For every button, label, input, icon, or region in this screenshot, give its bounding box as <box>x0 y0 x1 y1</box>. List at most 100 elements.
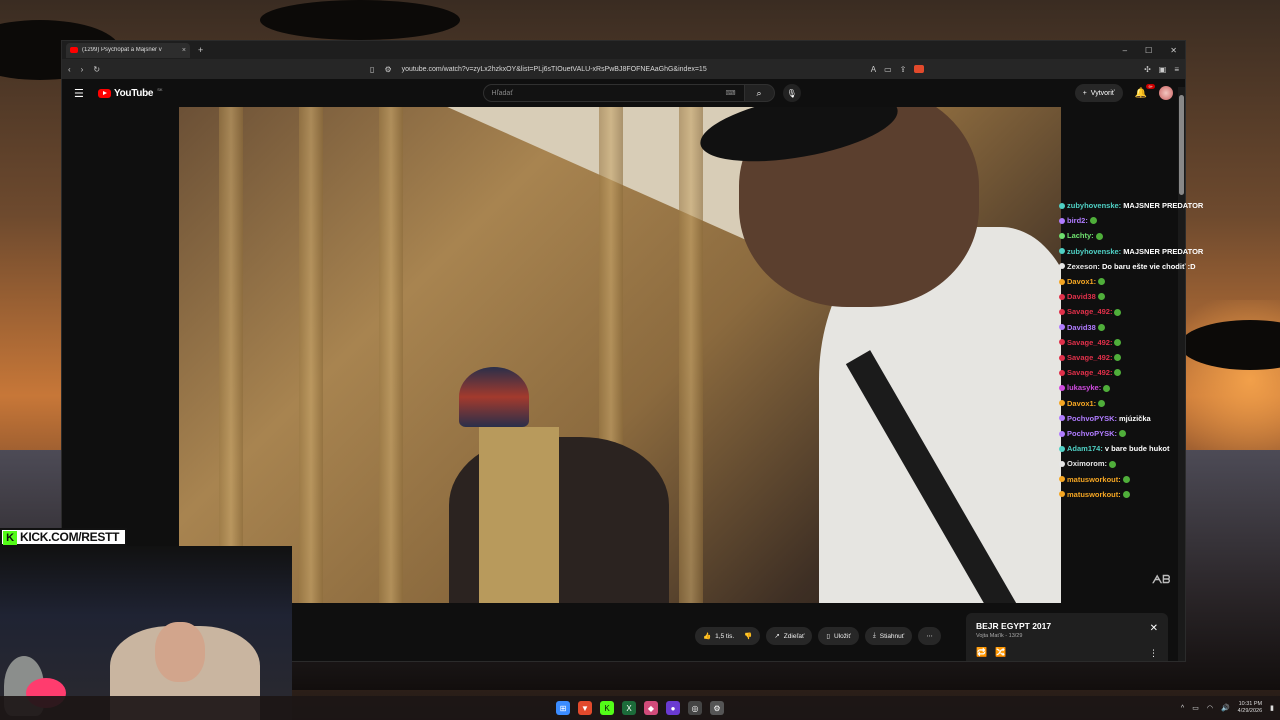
chat-badge-icon <box>1059 248 1065 255</box>
thumbs-down-icon[interactable]: 👎 <box>744 632 752 640</box>
hamburger-menu-icon[interactable]: ☰ <box>74 87 92 100</box>
wallet-icon[interactable]: ▣ <box>1159 65 1167 74</box>
share-button[interactable]: ↗ Zdieľať <box>766 627 813 645</box>
wifi-icon[interactable]: ◠ <box>1207 704 1213 712</box>
chat-username[interactable]: Davox1: <box>1067 274 1096 289</box>
chat-username[interactable]: lukasyke: <box>1067 380 1101 395</box>
chat-username[interactable]: Savage_492: <box>1067 350 1112 365</box>
chat-username[interactable]: zubyhovenske: <box>1067 244 1121 259</box>
youtube-play-icon <box>98 88 111 98</box>
shuffle-icon[interactable]: 🔀 <box>995 647 1006 658</box>
brave-browser-icon[interactable]: ▼ <box>578 701 592 715</box>
taskbar: ⊞ ▼ K X ◆ ● ◎ ⚙ ^ ▭ ◠ 🔊 10:31 PM 4/29/20… <box>0 696 1280 720</box>
game-controller-icon[interactable]: ● <box>666 701 680 715</box>
maximize-button[interactable]: ☐ <box>1145 46 1152 55</box>
chat-username[interactable]: David38 <box>1067 289 1096 304</box>
palm-frond <box>260 0 460 40</box>
chat-username[interactable]: PochvoPYSK: <box>1067 411 1117 426</box>
create-label: Vytvoriť <box>1090 89 1115 97</box>
chat-username[interactable]: Savage_492: <box>1067 365 1112 380</box>
chat-username[interactable]: Savage_492: <box>1067 335 1112 350</box>
chat-username[interactable]: Zexeson: <box>1067 259 1100 274</box>
new-tab-button[interactable]: + <box>198 45 203 55</box>
windows-start-icon[interactable]: ⊞ <box>556 701 570 715</box>
more-actions-button[interactable]: ⋯ <box>918 627 941 645</box>
cast-icon[interactable]: ▭ <box>884 65 892 74</box>
close-window-button[interactable]: ✕ <box>1170 46 1177 55</box>
youtube-logo[interactable]: YouTube SK <box>98 87 163 99</box>
chat-emote-icon <box>1122 475 1130 483</box>
chat-username[interactable]: Savage_492: <box>1067 304 1112 319</box>
chat-username[interactable]: PochvoPYSK: <box>1067 426 1117 441</box>
reload-icon[interactable]: ↻ <box>93 65 100 74</box>
brave-shield-icon[interactable] <box>914 64 925 73</box>
streamer-head <box>155 622 205 682</box>
video-player[interactable] <box>179 107 1061 603</box>
download-button[interactable]: ⤓ Stiahnuť <box>864 627 913 645</box>
forward-icon[interactable]: › <box>81 65 84 74</box>
save-button[interactable]: ▯ Uložiť <box>818 627 859 645</box>
chat-message: zubyhovenske: MAJSNER PREDATOR <box>1059 244 1219 259</box>
chat-username[interactable]: Davox1: <box>1067 396 1096 411</box>
chat-emote-icon <box>1098 278 1106 286</box>
scrollbar-thumb[interactable] <box>1179 95 1184 195</box>
chat-username[interactable]: matusworkout: <box>1067 472 1121 487</box>
address-bar: ‹ › ↻ ▯ ⚙ youtube.com/watch?v=zyLx2hzkxO… <box>62 59 1185 79</box>
like-button[interactable]: 👍 1,5 tis. 👎 <box>695 627 761 645</box>
url-field[interactable]: youtube.com/watch?v=zyLx2hzkxOY&list=PLj… <box>402 66 707 73</box>
obs-icon[interactable]: ◎ <box>688 701 702 715</box>
channel-watermark-icon[interactable]: ᗅᗷ <box>1152 574 1170 587</box>
chat-username[interactable]: Lachty: <box>1067 228 1094 243</box>
maps-pin-icon[interactable]: ◆ <box>644 701 658 715</box>
chat-username[interactable]: Adam174: <box>1067 441 1103 456</box>
network-icon[interactable]: ▭ <box>1192 704 1199 712</box>
notification-center-icon[interactable]: ▮ <box>1270 704 1274 712</box>
chat-message: Davox1: <box>1059 274 1219 289</box>
chat-username[interactable]: Oximorom: <box>1067 456 1107 471</box>
close-playlist-icon[interactable]: ✕ <box>1150 623 1158 634</box>
chat-emote-icon <box>1122 490 1130 498</box>
search-input[interactable]: Hľadať ⌨ <box>482 84 745 102</box>
chat-badge-icon <box>1059 202 1065 209</box>
loop-icon[interactable]: 🔁 <box>976 647 987 658</box>
youtube-wordmark: YouTube <box>114 87 154 99</box>
youtube-favicon-icon <box>70 47 78 53</box>
chat-username[interactable]: bird2: <box>1067 213 1088 228</box>
notifications-button[interactable]: 🔔 9+ <box>1135 83 1155 99</box>
chat-text: v bare bude hukot <box>1104 444 1170 454</box>
chat-badge-icon <box>1059 430 1065 437</box>
chat-username[interactable]: David38 <box>1067 320 1096 335</box>
system-tray: ^ ▭ ◠ 🔊 10:31 PM 4/29/2026 ▮ <box>1181 701 1274 715</box>
minimize-button[interactable]: – <box>1123 46 1127 55</box>
tab-close-icon[interactable]: × <box>182 47 186 54</box>
voice-search-button[interactable]: 🎙 <box>782 84 801 102</box>
menu-icon[interactable]: ≡ <box>1174 65 1179 74</box>
chat-message: Adam174: v bare bude hukot <box>1059 441 1219 456</box>
share-icon[interactable]: ⇪ <box>900 65 907 74</box>
create-button[interactable]: + Vytvoriť <box>1074 84 1123 102</box>
playlist-more-icon[interactable]: ⋮ <box>1149 648 1158 659</box>
site-info-icon[interactable]: ⚙ <box>384 65 391 74</box>
keyboard-icon[interactable]: ⌨ <box>725 89 735 97</box>
chat-emote-icon <box>1103 384 1111 392</box>
search-button[interactable]: ⌕ <box>744 84 775 102</box>
excel-icon[interactable]: X <box>622 701 636 715</box>
extensions-icon[interactable]: ✣ <box>1144 65 1151 74</box>
clock[interactable]: 10:31 PM 4/29/2026 <box>1238 701 1262 715</box>
back-icon[interactable]: ‹ <box>68 65 71 74</box>
chat-emote-icon <box>1098 399 1106 407</box>
chat-username[interactable]: matusworkout: <box>1067 487 1121 502</box>
browser-tab[interactable]: (1299) Psychopat a Majsner v × <box>66 42 190 58</box>
playlist-title[interactable]: BEJR EGYPT 2017 <box>976 621 1158 631</box>
kick-app-icon[interactable]: K <box>600 701 614 715</box>
settings-gear-icon[interactable]: ⚙ <box>710 701 724 715</box>
chat-message: Oximorom: <box>1059 456 1219 471</box>
download-icon: ⤓ <box>872 632 876 639</box>
chat-username[interactable]: zubyhovenske: <box>1067 198 1121 213</box>
bookmark-icon[interactable]: ▯ <box>370 65 374 74</box>
translate-icon[interactable]: A <box>871 65 876 74</box>
volume-icon[interactable]: 🔊 <box>1221 704 1230 712</box>
chat-emote-icon <box>1095 232 1103 240</box>
tray-chevron-icon[interactable]: ^ <box>1181 705 1184 712</box>
avatar[interactable] <box>1159 86 1173 100</box>
